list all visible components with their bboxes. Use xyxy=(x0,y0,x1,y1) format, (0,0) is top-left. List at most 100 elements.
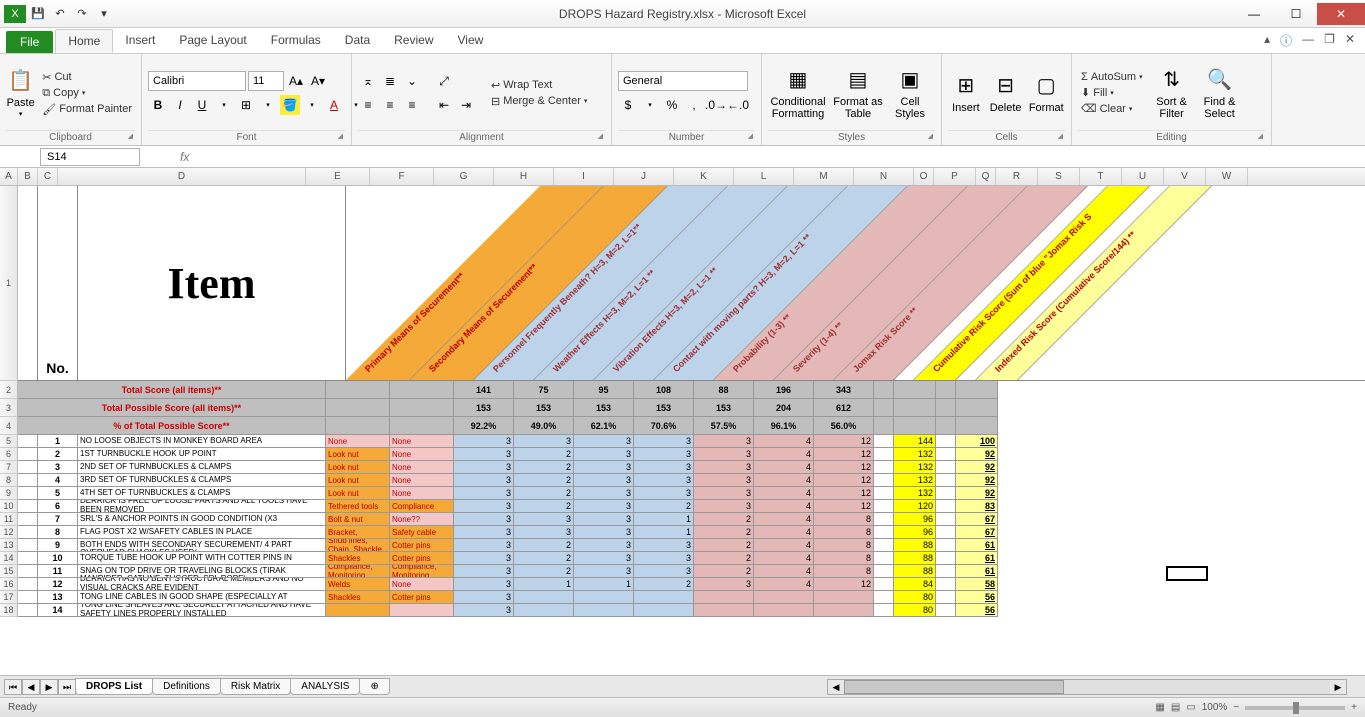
column-header[interactable]: T xyxy=(1080,168,1122,185)
orientation-icon[interactable]: ⤢ xyxy=(434,71,454,91)
row-header[interactable]: 7 xyxy=(0,461,18,474)
underline-more-icon[interactable]: ▾ xyxy=(214,95,234,115)
column-header[interactable]: H xyxy=(494,168,554,185)
name-box[interactable]: S14 xyxy=(40,148,140,166)
row-header[interactable]: 11 xyxy=(0,513,18,526)
fill-more-icon[interactable]: ▾ xyxy=(302,95,322,115)
column-header[interactable]: V xyxy=(1164,168,1206,185)
row-header[interactable]: 2 xyxy=(0,381,18,399)
font-name-input[interactable] xyxy=(148,71,246,91)
new-sheet-button[interactable]: ⊕ xyxy=(359,678,389,695)
ribbon-tab[interactable]: Review xyxy=(382,29,445,53)
row-header[interactable]: 12 xyxy=(0,526,18,539)
autosum-button[interactable]: ΣAutoSum▾ xyxy=(1078,70,1146,84)
row-header[interactable]: 13 xyxy=(0,539,18,552)
align-bottom-icon[interactable]: ⌄ xyxy=(402,71,422,91)
row-header[interactable]: 4 xyxy=(0,417,18,435)
tab-nav-first-icon[interactable]: ⏮ xyxy=(4,679,22,695)
column-header[interactable]: S xyxy=(1038,168,1080,185)
ribbon-tab[interactable]: Insert xyxy=(113,29,167,53)
sheet-tab[interactable]: ANALYSIS xyxy=(290,678,360,695)
maximize-button[interactable]: ☐ xyxy=(1275,3,1317,25)
ribbon-tab[interactable]: Page Layout xyxy=(167,29,258,53)
column-header[interactable]: P xyxy=(934,168,976,185)
column-header[interactable]: U xyxy=(1122,168,1164,185)
bold-button[interactable]: B xyxy=(148,95,168,115)
align-top-icon[interactable]: ⌅ xyxy=(358,71,378,91)
tab-nav-prev-icon[interactable]: ◀ xyxy=(22,679,40,695)
ribbon-minimize-icon[interactable]: ▴ xyxy=(1264,32,1270,49)
format-painter-button[interactable]: 🖌Format Painter xyxy=(39,102,135,117)
comma-icon[interactable]: , xyxy=(684,95,704,115)
paste-button[interactable]: 📋Paste▾ xyxy=(6,67,35,119)
row-header[interactable]: 17 xyxy=(0,591,18,604)
sheet-tab[interactable]: Risk Matrix xyxy=(220,678,291,695)
row-header[interactable]: 10 xyxy=(0,500,18,513)
row-header[interactable]: 1 xyxy=(0,186,18,381)
sheet-tab[interactable]: DROPS List xyxy=(75,678,153,695)
merge-center-button[interactable]: ⊟Merge & Center▾ xyxy=(488,94,590,109)
wb-restore-icon[interactable]: ❐ xyxy=(1324,32,1335,49)
sort-filter-button[interactable]: ⇅Sort & Filter xyxy=(1150,66,1194,120)
borders-more-icon[interactable]: ▾ xyxy=(258,95,278,115)
fill-button[interactable]: ⬇Fill▾ xyxy=(1078,85,1117,100)
inc-decimal-icon[interactable]: .0→ xyxy=(706,95,726,115)
row-header[interactable]: 14 xyxy=(0,552,18,565)
find-select-button[interactable]: 🔍Find & Select xyxy=(1198,66,1242,120)
tab-nav-last-icon[interactable]: ⏭ xyxy=(58,679,76,695)
horizontal-scrollbar[interactable]: ◀▶ xyxy=(827,679,1347,695)
column-header[interactable]: I xyxy=(554,168,614,185)
increase-font-icon[interactable]: A▴ xyxy=(286,71,306,91)
column-header[interactable]: E xyxy=(306,168,370,185)
currency-icon[interactable]: $ xyxy=(618,95,638,115)
column-header[interactable]: G xyxy=(434,168,494,185)
indent-dec-icon[interactable]: ⇤ xyxy=(434,95,454,115)
align-center-icon[interactable]: ≡ xyxy=(380,95,400,115)
decrease-font-icon[interactable]: A▾ xyxy=(308,71,328,91)
column-header[interactable]: L xyxy=(734,168,794,185)
currency-more-icon[interactable]: ▾ xyxy=(640,95,660,115)
wb-minimize-icon[interactable]: — xyxy=(1302,32,1314,49)
help-icon[interactable]: ⓘ xyxy=(1280,32,1292,49)
row-header[interactable]: 8 xyxy=(0,474,18,487)
delete-cells-button[interactable]: ⊟Delete xyxy=(988,72,1024,114)
indent-inc-icon[interactable]: ⇥ xyxy=(456,95,476,115)
row-header[interactable]: 6 xyxy=(0,448,18,461)
align-middle-icon[interactable]: ≣ xyxy=(380,71,400,91)
qat-redo-icon[interactable]: ↷ xyxy=(72,5,92,23)
align-left-icon[interactable]: ≡ xyxy=(358,95,378,115)
column-header[interactable]: J xyxy=(614,168,674,185)
cut-button[interactable]: ✂Cut xyxy=(39,70,74,85)
tab-nav-next-icon[interactable]: ▶ xyxy=(40,679,58,695)
percent-icon[interactable]: % xyxy=(662,95,682,115)
sheet-tab[interactable]: Definitions xyxy=(152,678,221,695)
wb-close-icon[interactable]: ✕ xyxy=(1345,32,1355,49)
dec-decimal-icon[interactable]: ←.0 xyxy=(728,95,748,115)
fill-color-button[interactable]: 🪣 xyxy=(280,95,300,115)
clear-button[interactable]: ⌫Clear▾ xyxy=(1078,101,1135,116)
row-header[interactable]: 15 xyxy=(0,565,18,578)
ribbon-tab[interactable]: View xyxy=(446,29,496,53)
row-header[interactable]: 9 xyxy=(0,487,18,500)
qat-customize-icon[interactable]: ▾ xyxy=(94,5,114,23)
column-header[interactable]: Q xyxy=(976,168,996,185)
column-header[interactable]: W xyxy=(1206,168,1248,185)
column-header[interactable]: F xyxy=(370,168,434,185)
file-tab[interactable]: File xyxy=(6,31,53,53)
column-header[interactable]: C xyxy=(38,168,58,185)
column-header[interactable]: D xyxy=(58,168,306,185)
wrap-text-button[interactable]: ↩Wrap Text xyxy=(488,78,555,93)
fx-icon[interactable]: fx xyxy=(180,150,189,164)
cell-styles-button[interactable]: ▣Cell Styles xyxy=(888,66,932,120)
italic-button[interactable]: I xyxy=(170,95,190,115)
column-header[interactable]: K xyxy=(674,168,734,185)
qat-save-icon[interactable]: 💾 xyxy=(28,5,48,23)
ribbon-tab[interactable]: Home xyxy=(55,29,113,53)
worksheet-grid[interactable]: ABCDEFGHIJKLMNOPQRSTUVW 1 No. Item Prima… xyxy=(0,168,1365,675)
column-header[interactable]: A xyxy=(0,168,18,185)
borders-button[interactable]: ⊞ xyxy=(236,95,256,115)
copy-button[interactable]: ⧉Copy▾ xyxy=(39,86,88,101)
qat-undo-icon[interactable]: ↶ xyxy=(50,5,70,23)
minimize-button[interactable]: — xyxy=(1233,3,1275,25)
column-header[interactable]: M xyxy=(794,168,854,185)
